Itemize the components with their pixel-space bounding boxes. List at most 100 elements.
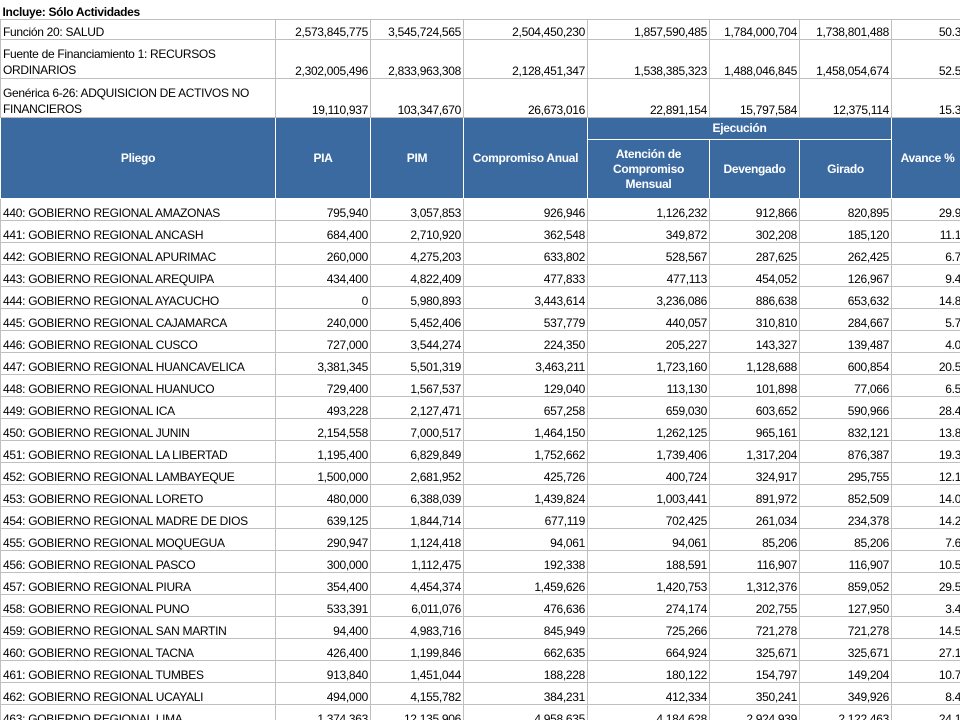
table-row: 463: GOBIERNO REGIONAL LIMA 1,374,363 12,1…	[0, 704, 960, 720]
cell-girado: 721,278	[799, 616, 892, 639]
cell-pliego: 451: GOBIERNO REGIONAL LA LIBERTAD	[0, 440, 276, 463]
cell-atencion: 528,567	[587, 242, 710, 265]
cell-avance: 27.1	[890, 638, 960, 661]
cell-pia: 1,195,400	[275, 440, 371, 463]
col-header-compromiso: Compromiso Anual	[463, 117, 588, 199]
cell-pim: 4,822,409	[370, 264, 464, 287]
summary-pia: 19,110,937	[275, 78, 371, 118]
summary-girado: 1,738,801,488	[799, 19, 892, 40]
cell-pim: 5,980,893	[370, 286, 464, 309]
cell-devengado: 454,052	[709, 264, 800, 287]
cell-atencion: 113,130	[587, 374, 710, 397]
summary-devengado: 1,784,000,704	[709, 19, 800, 40]
cell-atencion: 274,174	[587, 594, 710, 617]
cell-pliego: 441: GOBIERNO REGIONAL ANCASH	[0, 220, 276, 243]
cell-atencion: 180,122	[587, 660, 710, 683]
cell-girado: 149,204	[799, 660, 892, 683]
cell-avance: 10.5	[890, 550, 960, 573]
cell-avance: 4.0	[890, 330, 960, 353]
cell-girado: 126,967	[799, 264, 892, 287]
cell-pim: 3,057,853	[370, 198, 464, 221]
cell-pliego: 444: GOBIERNO REGIONAL AYACUCHO	[0, 286, 276, 309]
cell-girado: 859,052	[799, 572, 892, 595]
table-row: 459: GOBIERNO REGIONAL SAN MARTIN 94,400 4…	[0, 616, 960, 639]
cell-pia: 300,000	[275, 550, 371, 573]
table-row: 452: GOBIERNO REGIONAL LAMBAYEQUE 1,500,0…	[0, 462, 960, 485]
cell-pim: 2,710,920	[370, 220, 464, 243]
summary-avance: 52.5	[890, 39, 960, 79]
cell-avance: 24.1	[890, 704, 960, 720]
cell-avance: 5.7	[890, 308, 960, 331]
cell-atencion: 188,591	[587, 550, 710, 573]
cell-girado: 325,671	[799, 638, 892, 661]
table-row: 442: GOBIERNO REGIONAL APURIMAC 260,000 4,…	[0, 242, 960, 265]
cell-pia: 434,400	[275, 264, 371, 287]
cell-pliego: 450: GOBIERNO REGIONAL JUNIN	[0, 418, 276, 441]
cell-girado: 590,966	[799, 396, 892, 419]
cell-pliego: 452: GOBIERNO REGIONAL LAMBAYEQUE	[0, 462, 276, 485]
cell-pliego: 448: GOBIERNO REGIONAL HUANUCO	[0, 374, 276, 397]
table-row: 458: GOBIERNO REGIONAL PUNO 533,391 6,011,…	[0, 594, 960, 617]
cell-atencion: 702,425	[587, 506, 710, 529]
cell-devengado: 310,810	[709, 308, 800, 331]
cell-compromiso: 1,439,824	[463, 484, 588, 507]
cell-devengado: 1,312,376	[709, 572, 800, 595]
summary-row-funcion: Función 20: SALUD 2,573,845,775 3,545,72…	[0, 19, 960, 40]
cell-compromiso: 3,443,614	[463, 286, 588, 309]
cell-compromiso: 633,802	[463, 242, 588, 265]
cell-pia: 0	[275, 286, 371, 309]
table-row: 457: GOBIERNO REGIONAL PIURA 354,400 4,454…	[0, 572, 960, 595]
table-row: 446: GOBIERNO REGIONAL CUSCO 727,000 3,544…	[0, 330, 960, 353]
cell-avance: 8.4	[890, 682, 960, 705]
table-body: Incluye: Sólo Actividades Función 20: SA…	[0, 0, 960, 720]
cell-pia: 94,400	[275, 616, 371, 639]
table-row: 451: GOBIERNO REGIONAL LA LIBERTAD 1,195,…	[0, 440, 960, 463]
cell-pim: 1,451,044	[370, 660, 464, 683]
cell-pia: 639,125	[275, 506, 371, 529]
cell-atencion: 1,262,125	[587, 418, 710, 441]
cell-pia: 913,840	[275, 660, 371, 683]
header-row-1: Pliego PIA PIM Compromiso Anual Ejecució…	[0, 117, 960, 199]
summary-compromiso: 2,128,451,347	[463, 39, 588, 79]
title-row: Incluye: Sólo Actividades	[1, 0, 960, 20]
sheet-title: Incluye: Sólo Actividades	[2, 5, 141, 19]
summary-compromiso: 2,504,450,230	[463, 19, 588, 40]
cell-atencion: 659,030	[587, 396, 710, 419]
table-row: 449: GOBIERNO REGIONAL ICA 493,228 2,127,4…	[0, 396, 960, 419]
cell-pim: 2,127,471	[370, 396, 464, 419]
cell-atencion: 477,113	[587, 264, 710, 287]
cell-pia: 493,228	[275, 396, 371, 419]
cell-compromiso: 657,258	[463, 396, 588, 419]
cell-avance: 20.5	[890, 352, 960, 375]
cell-girado: 820,895	[799, 198, 892, 221]
cell-girado: 852,509	[799, 484, 892, 507]
cell-atencion: 412,334	[587, 682, 710, 705]
cell-compromiso: 926,946	[463, 198, 588, 221]
summary-atencion: 1,857,590,485	[587, 19, 710, 40]
cell-girado: 832,121	[799, 418, 892, 441]
summary-girado: 12,375,114	[799, 78, 892, 118]
cell-atencion: 3,236,086	[587, 286, 710, 309]
cell-pliego: 456: GOBIERNO REGIONAL PASCO	[0, 550, 276, 573]
summary-row-generica: Genérica 6-26: ADQUISICION DE ACTIVOS NO…	[0, 78, 960, 118]
cell-pia: 727,000	[275, 330, 371, 353]
col-header-girado: Girado	[799, 139, 892, 199]
col-header-pim: PIM	[370, 117, 464, 199]
cell-compromiso: 384,231	[463, 682, 588, 705]
budget-table: Incluye: Sólo Actividades Función 20: SA…	[0, 0, 960, 720]
cell-pia: 684,400	[275, 220, 371, 243]
cell-devengado: 603,652	[709, 396, 800, 419]
cell-devengado: 2,924,939	[709, 704, 800, 720]
cell-pim: 4,155,782	[370, 682, 464, 705]
cell-atencion: 440,057	[587, 308, 710, 331]
cell-girado: 77,066	[799, 374, 892, 397]
cell-pliego: 454: GOBIERNO REGIONAL MADRE DE DIOS	[0, 506, 276, 529]
cell-pia: 3,381,345	[275, 352, 371, 375]
table-row: 448: GOBIERNO REGIONAL HUANUCO 729,400 1,5…	[0, 374, 960, 397]
cell-compromiso: 677,119	[463, 506, 588, 529]
summary-label: Función 20: SALUD	[0, 19, 276, 40]
cell-atencion: 1,723,160	[587, 352, 710, 375]
spreadsheet: Incluye: Sólo Actividades Función 20: SA…	[0, 0, 960, 720]
summary-atencion: 22,891,154	[587, 78, 710, 118]
summary-atencion: 1,538,385,323	[587, 39, 710, 79]
